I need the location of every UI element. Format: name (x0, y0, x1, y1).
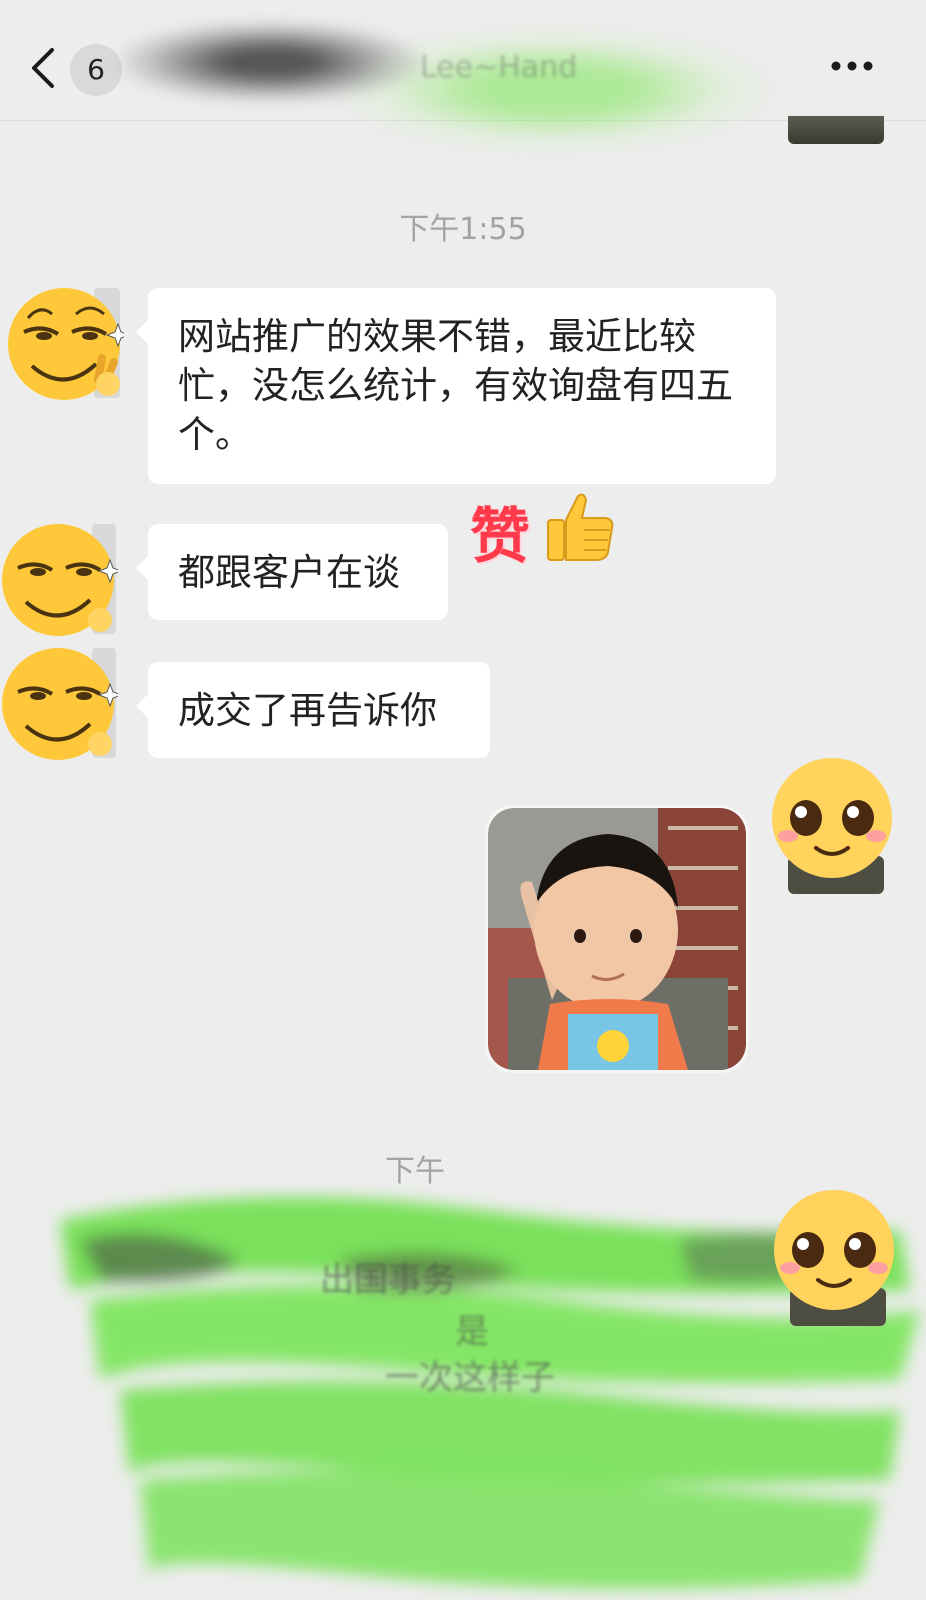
redacted-text: 一次这样子 (385, 1358, 555, 1398)
contact-avatar-smirk-emoji-icon[interactable] (0, 520, 118, 638)
sticker-image[interactable] (488, 808, 746, 1070)
contact-avatar-smirk-emoji-icon[interactable] (0, 644, 118, 762)
redacted-text: 出国事务 (320, 1260, 456, 1300)
redacted-text: 是 (455, 1312, 489, 1352)
chevron-left-icon[interactable] (28, 44, 58, 92)
message-bubble[interactable]: 网站推广的效果不错，最近比较忙，没怎么统计，有效询盘有四五个。 (136, 288, 776, 484)
message-bubble[interactable]: 成交了再告诉你 (136, 662, 490, 758)
unread-count-badge[interactable]: 6 (70, 44, 122, 96)
zan-label: 赞 (470, 502, 530, 572)
redaction-scribble (120, 22, 420, 102)
message-timestamp: 下午1:55 (399, 212, 527, 247)
contact-avatar-smirk-emoji-icon[interactable] (6, 284, 124, 402)
my-avatar-smile-emoji-icon[interactable] (770, 756, 894, 896)
chat-header: 6 Lee~Hand (0, 0, 926, 150)
message-bubble[interactable]: 都跟客户在谈 (136, 524, 448, 620)
my-avatar[interactable] (788, 116, 884, 144)
my-avatar-smile-emoji-icon[interactable] (772, 1188, 896, 1328)
chat-title: Lee~Hand (420, 50, 578, 85)
thumbs-up-icon (547, 493, 614, 561)
more-dots-icon[interactable] (830, 56, 874, 76)
